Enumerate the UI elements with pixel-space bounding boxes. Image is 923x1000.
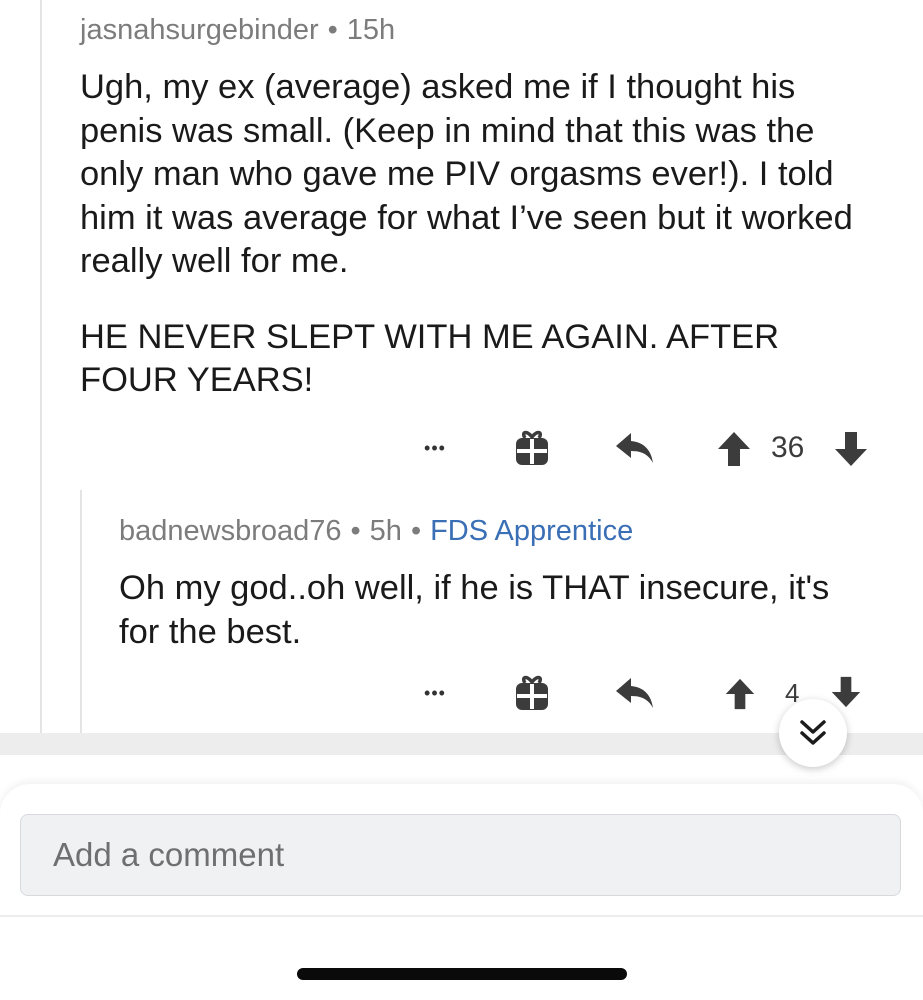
upvote-button[interactable] bbox=[714, 429, 754, 469]
upvote-button[interactable] bbox=[722, 676, 758, 712]
thread-line-root bbox=[40, 0, 42, 733]
award-button[interactable] bbox=[512, 426, 552, 470]
reply-arrow-icon bbox=[616, 678, 653, 708]
upvote-arrow-icon bbox=[725, 678, 755, 710]
reply-author[interactable]: badnewsbroad76 bbox=[119, 515, 342, 547]
reply-timestamp: 5h bbox=[369, 515, 402, 547]
add-comment-input[interactable] bbox=[21, 815, 900, 895]
reply-body: Oh my god..oh well, if he is THAT insecu… bbox=[119, 567, 859, 654]
gift-icon bbox=[516, 430, 548, 465]
comment-actions: ••• 36 bbox=[0, 423, 923, 473]
reply-button[interactable] bbox=[612, 428, 658, 468]
reply-button[interactable] bbox=[612, 673, 658, 713]
comment-timestamp: 15h bbox=[346, 14, 396, 46]
reply-paragraph: Oh my god..oh well, if he is THAT insecu… bbox=[119, 569, 830, 651]
reply-arrow-icon bbox=[616, 433, 653, 463]
reply-meta: badnewsbroad76 • 5h • FDS Apprentice bbox=[119, 515, 633, 548]
reply-actions: ••• 4 bbox=[0, 668, 923, 718]
more-options-button[interactable]: ••• bbox=[413, 423, 457, 473]
comment-meta: jasnahsurgebinder • 15h bbox=[80, 14, 395, 47]
upvote-arrow-icon bbox=[718, 432, 750, 466]
more-options-button[interactable]: ••• bbox=[413, 668, 457, 718]
more-options-label: ••• bbox=[424, 682, 446, 703]
comment-input-container[interactable] bbox=[20, 814, 901, 896]
meta-separator: • bbox=[327, 14, 338, 46]
comment-body: Ugh, my ex (average) asked me if I thoug… bbox=[80, 66, 880, 403]
comment-composer-sheet bbox=[0, 784, 923, 1000]
vote-count: 36 bbox=[771, 431, 805, 464]
comment-paragraph: HE NEVER SLEPT WITH ME AGAIN. AFTER FOUR… bbox=[80, 317, 780, 400]
comment-author[interactable]: jasnahsurgebinder bbox=[80, 14, 319, 46]
home-indicator[interactable] bbox=[297, 968, 627, 980]
award-button[interactable] bbox=[512, 671, 552, 715]
user-flair: FDS Apprentice bbox=[430, 515, 634, 547]
downvote-arrow-icon bbox=[831, 676, 861, 708]
gift-icon bbox=[516, 675, 548, 710]
divider bbox=[0, 915, 923, 917]
downvote-arrow-icon bbox=[835, 432, 867, 466]
meta-separator: • bbox=[350, 515, 361, 547]
comment-paragraph: Ugh, my ex (average) asked me if I thoug… bbox=[80, 68, 853, 280]
double-chevron-down-icon bbox=[800, 720, 826, 745]
downvote-button[interactable] bbox=[828, 674, 864, 710]
downvote-button[interactable] bbox=[831, 429, 871, 469]
jump-to-next-comment-button[interactable] bbox=[779, 699, 847, 767]
meta-separator: • bbox=[410, 515, 422, 547]
more-options-label: ••• bbox=[424, 437, 446, 458]
